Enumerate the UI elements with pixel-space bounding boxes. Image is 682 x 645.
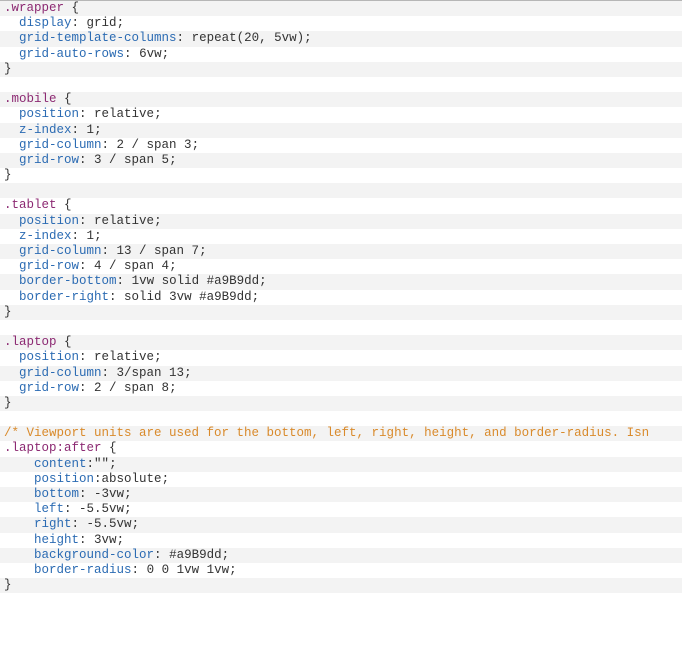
code-line: } xyxy=(0,578,682,593)
code-line: grid-template-columns: repeat(20, 5vw); xyxy=(0,31,682,46)
code-line: grid-column: 13 / span 7; xyxy=(0,244,682,259)
code-line xyxy=(0,320,682,335)
code-line: } xyxy=(0,168,682,183)
code-line xyxy=(0,183,682,198)
code-line: grid-row: 3 / span 5; xyxy=(0,153,682,168)
code-line xyxy=(0,77,682,92)
code-line: z-index: 1; xyxy=(0,229,682,244)
code-line: bottom: -3vw; xyxy=(0,487,682,502)
code-line: /* Viewport units are used for the botto… xyxy=(0,426,682,441)
code-line: left: -5.5vw; xyxy=(0,502,682,517)
code-line: } xyxy=(0,396,682,411)
code-line: position: relative; xyxy=(0,214,682,229)
code-line: border-right: solid 3vw #a9B9dd; xyxy=(0,290,682,305)
code-line: position: relative; xyxy=(0,350,682,365)
code-line: content:""; xyxy=(0,457,682,472)
code-line: right: -5.5vw; xyxy=(0,517,682,532)
code-line: .laptop:after { xyxy=(0,441,682,456)
code-line: grid-row: 2 / span 8; xyxy=(0,381,682,396)
code-line: border-radius: 0 0 1vw 1vw; xyxy=(0,563,682,578)
code-line: grid-row: 4 / span 4; xyxy=(0,259,682,274)
code-line: .mobile { xyxy=(0,92,682,107)
code-line: .laptop { xyxy=(0,335,682,350)
code-line: } xyxy=(0,305,682,320)
code-line: z-index: 1; xyxy=(0,123,682,138)
code-line xyxy=(0,411,682,426)
code-line: .wrapper { xyxy=(0,1,682,16)
code-line: .tablet { xyxy=(0,198,682,213)
code-line: border-bottom: 1vw solid #a9B9dd; xyxy=(0,274,682,289)
code-line: height: 3vw; xyxy=(0,533,682,548)
code-line: display: grid; xyxy=(0,16,682,31)
code-editor: .wrapper { display: grid; grid-template-… xyxy=(0,0,682,593)
code-line: grid-column: 3/span 13; xyxy=(0,366,682,381)
code-line: position:absolute; xyxy=(0,472,682,487)
code-line: background-color: #a9B9dd; xyxy=(0,548,682,563)
code-line: grid-auto-rows: 6vw; xyxy=(0,47,682,62)
code-line: } xyxy=(0,62,682,77)
code-line: position: relative; xyxy=(0,107,682,122)
code-line: grid-column: 2 / span 3; xyxy=(0,138,682,153)
